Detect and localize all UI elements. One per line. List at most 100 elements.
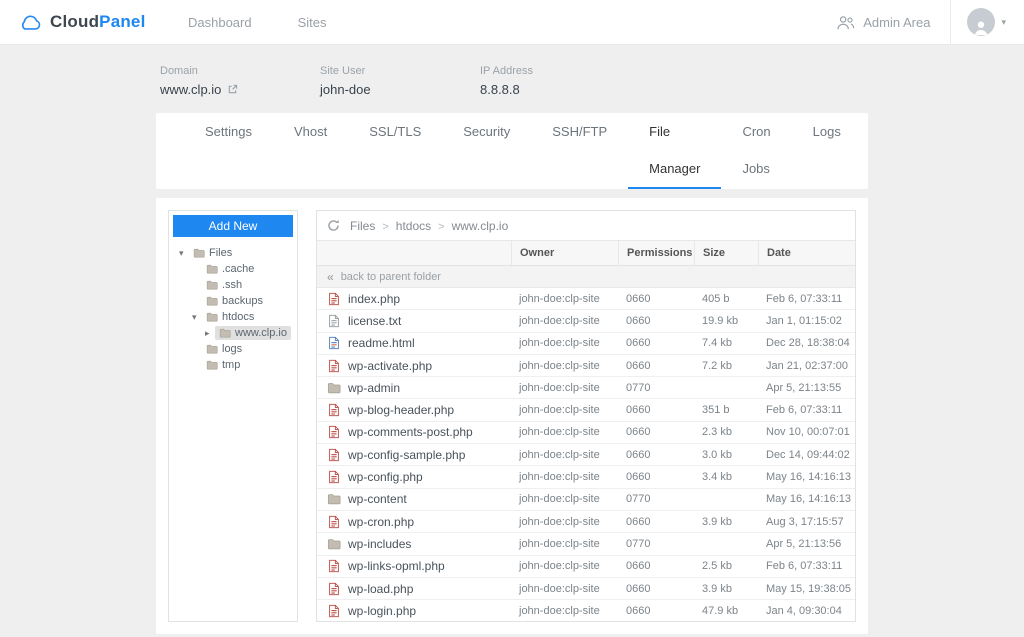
file-name[interactable]: wp-includes <box>348 537 411 551</box>
file-permissions: 0660 <box>618 560 694 572</box>
file-row-wp-links-opml-php[interactable]: wp-links-opml.phpjohn-doe:clp-site06602.… <box>317 556 855 578</box>
file-row-wp-content[interactable]: wp-contentjohn-doe:clp-site0770May 16, 1… <box>317 489 855 511</box>
file-row-wp-login-php[interactable]: wp-login.phpjohn-doe:clp-site066047.9 kb… <box>317 600 855 621</box>
file-row-license-txt[interactable]: license.txtjohn-doe:clp-site066019.9 kbJ… <box>317 310 855 332</box>
file-name[interactable]: wp-content <box>348 492 407 506</box>
admin-area-button[interactable]: Admin Area <box>836 15 930 30</box>
file-row-wp-config-sample-php[interactable]: wp-config-sample.phpjohn-doe:clp-site066… <box>317 444 855 466</box>
tree-item-htdocs[interactable]: ▾ htdocs <box>175 309 293 325</box>
tab-ssl-tls[interactable]: SSL/TLS <box>348 113 442 189</box>
tab-logs[interactable]: Logs <box>792 113 862 189</box>
file-name[interactable]: wp-cron.php <box>348 515 414 529</box>
caret-down-icon[interactable]: ▾ <box>192 313 202 322</box>
file-owner: john-doe:clp-site <box>511 360 618 372</box>
file-name-cell: wp-config.php <box>317 470 511 484</box>
cloudpanel-logo[interactable]: CloudPanel <box>18 12 148 32</box>
caret-down-icon[interactable]: ▾ <box>179 249 189 258</box>
caret-right-icon[interactable]: ▸ <box>205 329 215 338</box>
nav-item-sites[interactable]: Sites <box>298 15 327 30</box>
external-link-icon[interactable] <box>227 84 238 95</box>
tab-ssh-ftp[interactable]: SSH/FTP <box>531 113 628 189</box>
file-row-wp-config-php[interactable]: wp-config.phpjohn-doe:clp-site06603.4 kb… <box>317 466 855 488</box>
tree-item-logs[interactable]: logs <box>175 341 293 357</box>
tree-node[interactable]: www.clp.io <box>215 326 291 340</box>
tab-security[interactable]: Security <box>442 113 531 189</box>
file-row-wp-load-php[interactable]: wp-load.phpjohn-doe:clp-site06603.9 kbMa… <box>317 578 855 600</box>
cloud-icon <box>18 13 43 31</box>
tab-settings[interactable]: Settings <box>184 113 273 189</box>
file-owner: john-doe:clp-site <box>511 516 618 528</box>
file-row-index-php[interactable]: index.phpjohn-doe:clp-site0660405 bFeb 6… <box>317 288 855 310</box>
file-permissions: 0770 <box>618 493 694 505</box>
file-name[interactable]: wp-blog-header.php <box>348 403 454 417</box>
tree-item-www-clp-io[interactable]: ▸www.clp.io <box>175 325 293 341</box>
tab-file-manager[interactable]: File Manager <box>628 113 721 189</box>
file-name[interactable]: wp-comments-post.php <box>348 425 473 439</box>
file-name[interactable]: wp-links-opml.php <box>348 559 445 573</box>
tree-node[interactable]: tmp <box>202 358 244 372</box>
avatar[interactable] <box>967 8 995 36</box>
file-date: Jan 1, 01:15:02 <box>758 315 855 327</box>
file-name[interactable]: wp-config.php <box>348 470 423 484</box>
file-row-wp-admin[interactable]: wp-adminjohn-doe:clp-site0770Apr 5, 21:1… <box>317 377 855 399</box>
refresh-icon[interactable] <box>327 219 340 232</box>
file-name[interactable]: wp-admin <box>348 381 400 395</box>
breadcrumb-item-htdocs[interactable]: htdocs <box>396 219 431 233</box>
column-header-permissions[interactable]: Permissions <box>618 241 694 265</box>
tree-item-tmp[interactable]: tmp <box>175 357 293 373</box>
column-header-name[interactable] <box>317 241 511 265</box>
tree-node[interactable]: backups <box>202 294 267 308</box>
admin-area-label: Admin Area <box>863 15 930 30</box>
file-owner: john-doe:clp-site <box>511 293 618 305</box>
file-name[interactable]: license.txt <box>348 314 401 328</box>
file-owner: john-doe:clp-site <box>511 538 618 550</box>
file-name-cell: wp-blog-header.php <box>317 403 511 417</box>
tree-item-files[interactable]: ▾Files <box>175 245 293 261</box>
file-row-wp-activate-php[interactable]: wp-activate.phpjohn-doe:clp-site06607.2 … <box>317 355 855 377</box>
tree-item-backups[interactable]: backups <box>175 293 293 309</box>
file-tree: ▾Files.cache.sshbackups▾htdocs▸www.clp.i… <box>173 237 293 373</box>
file-owner: john-doe:clp-site <box>511 471 618 483</box>
file-name-cell: wp-activate.php <box>317 359 511 373</box>
tree-item-ssh[interactable]: .ssh <box>175 277 293 293</box>
file-name[interactable]: wp-config-sample.php <box>348 448 465 462</box>
breadcrumb-item-files[interactable]: Files <box>350 219 375 233</box>
tree-node[interactable]: .ssh <box>202 278 246 292</box>
chevron-down-icon[interactable]: ▾ <box>1001 17 1006 28</box>
column-header-size[interactable]: Size <box>694 241 758 265</box>
file-row-readme-html[interactable]: readme.htmljohn-doe:clp-site06607.4 kbDe… <box>317 333 855 355</box>
file-name[interactable]: wp-activate.php <box>348 359 432 373</box>
file-owner: john-doe:clp-site <box>511 337 618 349</box>
tree-node[interactable]: .cache <box>202 262 258 276</box>
file-permissions: 0660 <box>618 337 694 349</box>
file-name[interactable]: wp-login.php <box>348 604 416 618</box>
tree-node[interactable]: htdocs <box>202 310 258 324</box>
file-row-wp-includes[interactable]: wp-includesjohn-doe:clp-site0770Apr 5, 2… <box>317 533 855 555</box>
column-header-date[interactable]: Date <box>758 241 855 265</box>
folder-icon <box>206 311 218 323</box>
tab-vhost[interactable]: Vhost <box>273 113 348 189</box>
add-new-button[interactable]: Add New <box>173 215 293 237</box>
file-date: Jan 4, 09:30:04 <box>758 605 855 617</box>
file-row-wp-comments-post-php[interactable]: wp-comments-post.phpjohn-doe:clp-site066… <box>317 422 855 444</box>
tree-node[interactable]: Files <box>189 246 236 260</box>
file-row-wp-blog-header-php[interactable]: wp-blog-header.phpjohn-doe:clp-site06603… <box>317 399 855 421</box>
tab-cron-jobs[interactable]: Cron Jobs <box>721 113 791 189</box>
tree-item-cache[interactable]: .cache <box>175 261 293 277</box>
tree-label: .ssh <box>222 279 242 291</box>
file-row-wp-cron-php[interactable]: wp-cron.phpjohn-doe:clp-site06603.9 kbAu… <box>317 511 855 533</box>
file-date: Nov 10, 00:07:01 <box>758 426 855 438</box>
file-name[interactable]: readme.html <box>348 336 415 350</box>
tree-label: htdocs <box>222 311 254 323</box>
file-date: Feb 6, 07:33:11 <box>758 404 855 416</box>
breadcrumb-item-www-clp-io[interactable]: www.clp.io <box>452 219 509 233</box>
tree-node[interactable]: logs <box>202 342 246 356</box>
file-name[interactable]: index.php <box>348 292 400 306</box>
back-to-parent-row[interactable]: « back to parent folder <box>317 266 855 288</box>
folder-icon <box>219 327 231 339</box>
file-icon-html <box>327 336 341 350</box>
nav-item-dashboard[interactable]: Dashboard <box>188 15 252 30</box>
column-header-owner[interactable]: Owner <box>511 241 618 265</box>
file-name[interactable]: wp-load.php <box>348 582 413 596</box>
file-size: 7.2 kb <box>694 360 758 372</box>
